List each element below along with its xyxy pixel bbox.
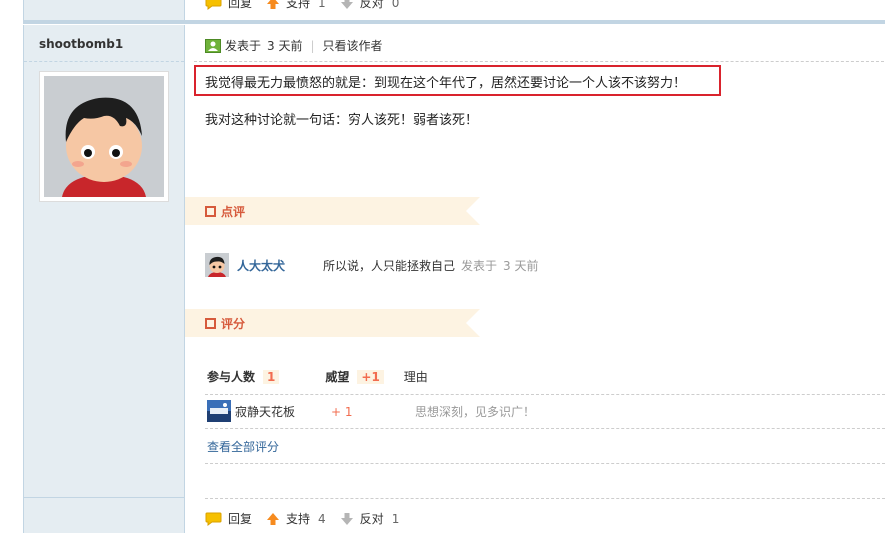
square-icon — [205, 206, 216, 217]
comments-section-header: 点评 — [185, 197, 480, 225]
posted-time: 3 天前 — [267, 39, 303, 53]
only-author-link[interactable]: 只看该作者 — [323, 37, 383, 54]
support-arrow-icon — [267, 512, 280, 525]
rating-value: + 1 — [331, 405, 353, 419]
comment-item: 人大太犬 所以说，人只能拯救自己 发表于 3 天前 — [205, 253, 539, 277]
oppose-label: 反对 — [359, 512, 384, 526]
rating-header: 参与人数 1 威望 +1 理由 — [207, 368, 428, 385]
meta-divider — [194, 61, 884, 62]
prestige-label: 威望 — [325, 370, 350, 384]
participants-count: 1 — [263, 369, 280, 384]
oppose-arrow-icon — [340, 0, 353, 9]
rating-section-header: 评分 — [185, 309, 480, 337]
post-footer-divider — [205, 498, 885, 499]
top-post-actions: 回复 支持 1 反对 0 — [205, 0, 413, 11]
cartoon-boy-avatar-icon — [44, 76, 164, 197]
reply-icon — [205, 0, 222, 10]
rating-title-text: 评分 — [221, 317, 246, 331]
oppose-button[interactable]: 反对 0 — [340, 0, 400, 11]
view-all-ratings-link[interactable]: 查看全部评分 — [207, 438, 279, 455]
rater-name[interactable]: 寂静天花板 — [235, 403, 295, 420]
tab-notch — [466, 197, 480, 225]
reply-label: 回复 — [228, 512, 253, 526]
support-button[interactable]: 支持 4 — [266, 510, 326, 527]
support-button[interactable]: 支持 1 — [266, 0, 326, 11]
commenter-avatar-icon[interactable] — [205, 253, 229, 277]
support-count: 4 — [318, 511, 326, 526]
support-count: 1 — [318, 0, 326, 10]
posted-label: 发表于 — [225, 39, 262, 53]
reply-button[interactable]: 回复 — [205, 0, 252, 11]
author-avatar[interactable] — [39, 71, 169, 202]
reply-icon — [205, 512, 222, 526]
comments-title-text: 点评 — [221, 205, 246, 219]
oppose-label: 反对 — [359, 0, 384, 10]
comment-text: 所以说，人只能拯救自己 — [323, 258, 456, 273]
post-meta: 发表于 3 天前 | 只看该作者 — [205, 37, 383, 54]
oppose-arrow-icon — [340, 512, 353, 525]
rating-row: 寂静天花板 + 1 思想深刻，见多识广！ — [207, 400, 535, 422]
comments-section-title: 点评 — [205, 203, 245, 220]
participants-label: 参与人数 — [207, 370, 256, 384]
rating-reason: 思想深刻，见多识广！ — [415, 405, 536, 419]
post-line-2: 我对这种讨论就一句话：穷人该死！弱者该死！ — [205, 113, 479, 128]
comment-posted-label: 发表于 — [461, 258, 498, 273]
prestige-total: +1 — [357, 369, 384, 384]
oppose-count: 1 — [391, 511, 400, 526]
oppose-button[interactable]: 反对 1 — [340, 510, 400, 527]
reply-button[interactable]: 回复 — [205, 510, 252, 527]
tab-notch — [466, 309, 480, 337]
sidebar-bottom-divider — [24, 497, 184, 498]
post-actions: 回复 支持 4 反对 1 — [205, 510, 413, 527]
square-icon — [205, 318, 216, 329]
rating-divider-bottom — [205, 428, 885, 429]
meta-pipe: | — [310, 38, 315, 53]
commenter-name[interactable]: 人大太犬 — [237, 257, 285, 274]
support-label: 支持 — [286, 512, 311, 526]
post-separator-highlight — [23, 24, 885, 25]
author-name[interactable]: shootbomb1 — [39, 37, 123, 51]
post-line-1: 我觉得最无力最愤怒的就是：到现在这个年代了，居然还要讨论一个人该不该努力！ — [205, 76, 687, 91]
oppose-count: 0 — [391, 0, 400, 10]
user-status-icon — [205, 38, 221, 53]
support-arrow-icon — [267, 0, 280, 9]
support-label: 支持 — [286, 0, 311, 10]
reply-label: 回复 — [228, 0, 253, 10]
comment-time: 3 天前 — [503, 258, 539, 273]
rater-avatar-icon[interactable] — [207, 400, 231, 422]
reason-label: 理由 — [403, 370, 428, 384]
author-divider — [24, 61, 184, 62]
rating-divider-top — [205, 394, 885, 395]
rating-divider-end — [205, 463, 885, 464]
rating-section-title: 评分 — [205, 315, 245, 332]
